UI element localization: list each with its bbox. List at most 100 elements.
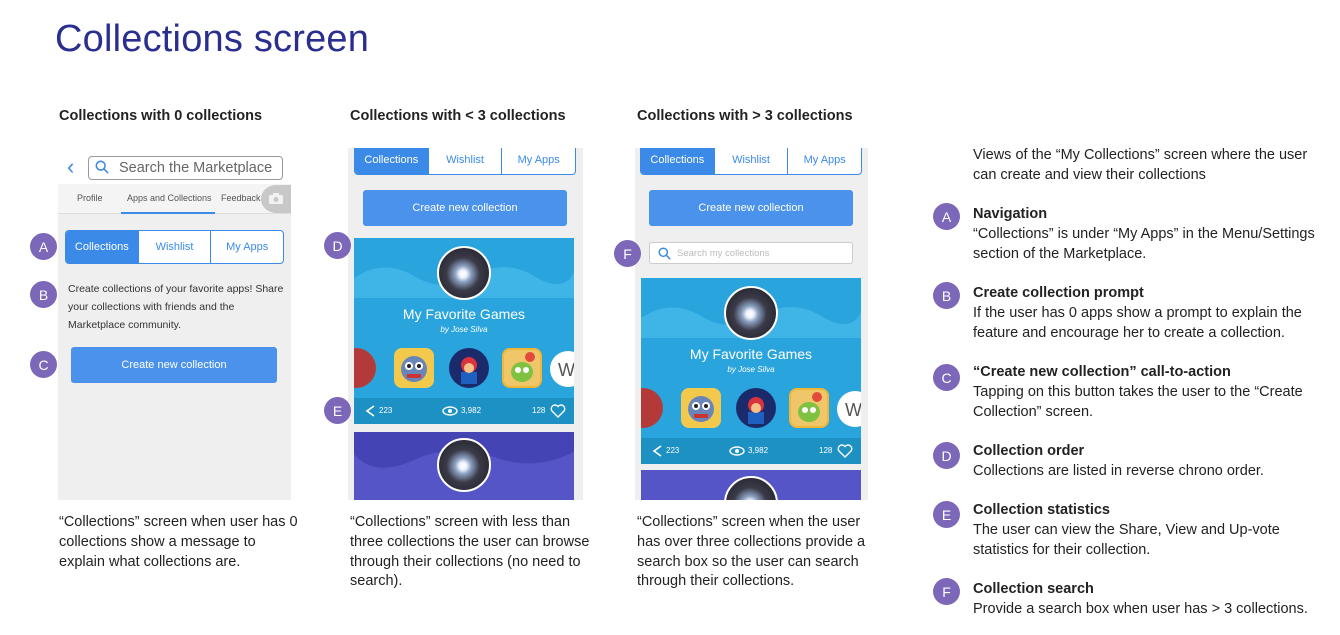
share-count: 223 [379, 406, 393, 415]
description-intro: Views of the “My Collections” screen whe… [973, 147, 1308, 183]
legend-text: Collections are listed in reverse chrono… [973, 462, 1264, 479]
segment-my-apps[interactable]: My Apps [210, 231, 283, 263]
collection-title: My Favorite Games [689, 346, 813, 362]
tab-apps-and-collections[interactable]: Apps and Collections [127, 193, 212, 203]
collection-card[interactable]: My Favorite Games by Jose Silva W 223 3,… [354, 238, 574, 424]
create-new-collection-button[interactable]: Create new collection [71, 347, 277, 383]
share-count: 223 [666, 446, 680, 455]
marker-d: D [324, 232, 351, 259]
svg-text:W: W [845, 400, 861, 420]
page-title: Collections screen [55, 18, 370, 60]
segment-wishlist[interactable]: Wishlist [137, 231, 211, 263]
legend-text: If the user has 0 apps show a prompt to … [973, 304, 1302, 341]
game-icon: W [837, 391, 861, 427]
marker-c: C [30, 351, 57, 378]
segment-collections[interactable]: Collections [66, 231, 138, 263]
phone-mockup-few-collections: Collections Wishlist My Apps Create new … [348, 148, 583, 500]
legend-item-create-prompt: Create collection prompt If the user has… [973, 284, 1339, 343]
legend-marker-e: E [933, 501, 960, 528]
marketplace-search-input[interactable]: Search the Marketplace [88, 156, 283, 180]
segment-collections[interactable]: Collections [355, 148, 428, 174]
legend-title: Collection statistics [973, 502, 1110, 518]
collections-segment-control: Collections Wishlist My Apps [354, 148, 576, 175]
heart-icon[interactable] [837, 444, 853, 458]
collections-segment-control: Collections Wishlist My Apps [640, 148, 862, 175]
column-heading-zero: Collections with 0 collections [59, 108, 263, 124]
segment-my-apps[interactable]: My Apps [501, 148, 575, 174]
caption-zero-collections: “Collections” screen when user has 0 col… [59, 514, 298, 570]
game-icon: W [550, 351, 574, 387]
collection-stats-bar: 223 3,982 128 [641, 438, 861, 464]
collections-segment-control: Collections Wishlist My Apps [65, 230, 284, 264]
view-count: 3,982 [461, 406, 482, 415]
game-icon [736, 388, 776, 428]
legend-marker-a: A [933, 203, 960, 230]
segment-wishlist[interactable]: Wishlist [427, 148, 502, 174]
collection-card[interactable] [641, 470, 861, 500]
caption-few-collections: “Collections” screen with less than thre… [350, 514, 590, 590]
legend-text: The user can view the Share, View and Up… [973, 521, 1280, 558]
share-icon[interactable] [651, 445, 663, 457]
legend-item-collection-search: Collection search Provide a search box w… [973, 580, 1339, 620]
avatar [437, 246, 491, 300]
legend-title: Create collection prompt [973, 285, 1144, 301]
camera-button[interactable] [261, 185, 291, 213]
create-collection-prompt: Create collections of your favorite apps… [68, 283, 284, 331]
legend-marker-f: F [933, 578, 960, 605]
collection-author: by Jose Silva [440, 325, 488, 334]
create-new-collection-button[interactable]: Create new collection [649, 190, 853, 226]
avatar [437, 438, 491, 492]
game-icon [354, 348, 376, 388]
segment-collections[interactable]: Collections [641, 148, 714, 174]
search-collections-input[interactable]: Search my collections [649, 242, 853, 264]
search-placeholder: Search the Marketplace [119, 160, 273, 176]
collection-card[interactable] [354, 432, 574, 500]
caption-many-collections: “Collections” screen when the user has o… [637, 514, 866, 590]
legend-item-create-cta: “Create new collection” call-to-action T… [973, 363, 1339, 422]
column-heading-many: Collections with > 3 collections [637, 108, 853, 124]
marker-a: A [30, 233, 57, 260]
game-icon [641, 388, 663, 428]
tab-feedback[interactable]: Feedback [221, 193, 261, 203]
create-new-collection-button[interactable]: Create new collection [363, 190, 567, 226]
camera-icon [269, 193, 283, 204]
view-count: 3,982 [748, 446, 769, 455]
upvote-count: 128 [819, 446, 833, 455]
legend-title: Collection search [973, 581, 1094, 597]
segment-wishlist[interactable]: Wishlist [713, 148, 788, 174]
legend-text: Provide a search box when user has > 3 c… [973, 600, 1308, 617]
game-icon [449, 348, 489, 388]
legend-item-navigation: Navigation “Collections” is under “My Ap… [973, 205, 1339, 264]
svg-text:W: W [558, 360, 574, 380]
game-icon [681, 388, 721, 428]
search-icon [658, 247, 671, 260]
avatar [724, 476, 778, 500]
legend-title: Collection order [973, 443, 1085, 459]
legend-marker-b: B [933, 282, 960, 309]
marker-e: E [324, 397, 351, 424]
legend-item-collection-order: Collection order Collections are listed … [973, 442, 1339, 482]
avatar [724, 286, 778, 340]
game-icon [394, 348, 434, 388]
back-chevron-icon[interactable]: ‹ [67, 156, 74, 178]
phone-mockup-many-collections: Collections Wishlist My Apps Create new … [635, 148, 868, 500]
legend-marker-c: C [933, 364, 960, 391]
legend-text: Tapping on this button takes the user to… [973, 383, 1303, 420]
collection-stats-bar: 223 3,982 128 [354, 398, 574, 424]
collection-author: by Jose Silva [727, 365, 775, 374]
heart-icon[interactable] [550, 404, 566, 418]
column-heading-few: Collections with < 3 collections [350, 108, 566, 124]
legend-title: Navigation [973, 206, 1048, 222]
marker-f: F [614, 240, 641, 267]
tab-profile[interactable]: Profile [77, 193, 103, 203]
legend-marker-d: D [933, 442, 960, 469]
marker-b: B [30, 281, 57, 308]
legend-title: “Create new collection” call-to-action [973, 364, 1231, 380]
collection-card[interactable]: My Favorite Games by Jose Silva W 223 3,… [641, 278, 861, 464]
segment-my-apps[interactable]: My Apps [787, 148, 861, 174]
collection-title: My Favorite Games [402, 306, 526, 322]
phone-mockup-zero-collections: ‹ Search the Marketplace Profile Apps an… [58, 152, 291, 500]
eye-icon [442, 406, 458, 416]
share-icon[interactable] [364, 405, 376, 417]
top-bar: ‹ Search the Marketplace [58, 152, 291, 184]
